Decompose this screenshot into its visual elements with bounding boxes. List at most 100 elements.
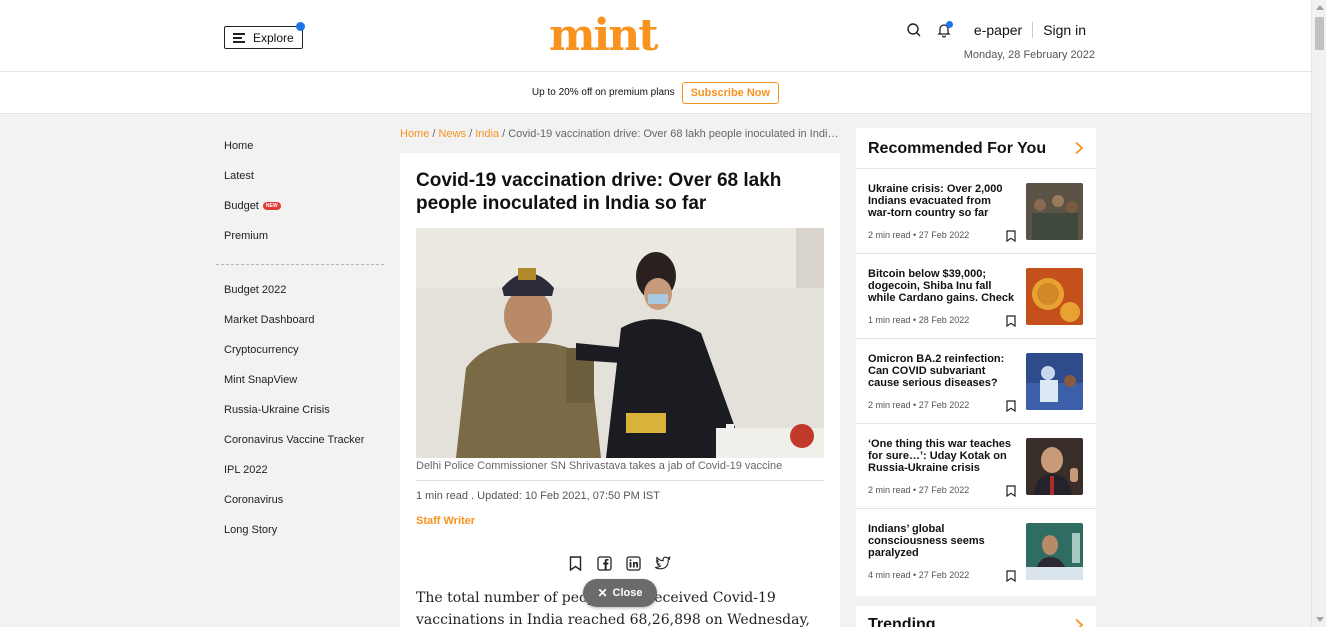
nav-item-ipl-2022[interactable]: IPL 2022 <box>224 455 384 485</box>
nav-item-latest[interactable]: Latest <box>224 161 384 191</box>
recommended-meta: 4 min read • 27 Feb 2022 <box>868 570 970 580</box>
recommended-thumbnail[interactable] <box>1026 438 1083 495</box>
recommended-item[interactable]: Omicron BA.2 reinfection: Can COVID subv… <box>856 339 1096 424</box>
recommended-thumbnail[interactable] <box>1026 353 1083 410</box>
nav-item-label: Russia-Ukraine Crisis <box>224 404 330 416</box>
nav-item-budget[interactable]: Budget NEW <box>224 191 384 221</box>
facebook-icon[interactable] <box>595 554 613 572</box>
article-byline[interactable]: Staff Writer <box>416 515 475 527</box>
nav-item-label: Budget <box>224 200 259 212</box>
nav-item-label: Latest <box>224 170 254 182</box>
bookmark-icon[interactable] <box>1006 569 1016 587</box>
signin-link[interactable]: Sign in <box>1033 22 1096 38</box>
bookmark-icon[interactable] <box>566 554 584 572</box>
recommended-title[interactable]: Indians’ global consciousness seems para… <box>868 523 1016 559</box>
promo-strip: Up to 20% off on premium plans Subscribe… <box>0 72 1311 114</box>
menu-icon <box>233 33 245 43</box>
bookmark-icon[interactable] <box>1006 314 1016 332</box>
recommended-meta: 1 min read • 28 Feb 2022 <box>868 315 970 325</box>
recommended-thumbnail[interactable] <box>1026 183 1083 240</box>
nav-divider <box>216 264 384 265</box>
scrollbar-thumb[interactable] <box>1315 17 1324 50</box>
scroll-up-arrow-icon[interactable] <box>1316 5 1324 10</box>
recommended-title[interactable]: ‘One thing this war teaches for sure…’: … <box>868 438 1016 474</box>
search-icon[interactable] <box>904 20 924 40</box>
close-label: Close <box>612 587 643 599</box>
nav-item-label: Budget 2022 <box>224 284 287 296</box>
article-meta: 1 min read . Updated: 10 Feb 2021, 07:50… <box>416 490 660 502</box>
rail-title: Recommended For You <box>868 140 1047 157</box>
image-caption: Delhi Police Commissioner SN Shrivastava… <box>416 460 783 472</box>
article-card: Covid-19 vaccination drive: Over 68 lakh… <box>400 153 840 627</box>
trending-title: Trending <box>868 616 936 627</box>
header-actions: e-paper Sign in <box>904 20 1096 40</box>
recommended-item[interactable]: ‘One thing this war teaches for sure…’: … <box>856 424 1096 509</box>
recommended-title[interactable]: Ukraine crisis: Over 2,000 Indians evacu… <box>868 183 1016 219</box>
nav-item-vaccine-tracker[interactable]: Coronavirus Vaccine Tracker <box>224 425 384 455</box>
mint-logo[interactable]: mint <box>549 14 659 58</box>
chevron-right-icon[interactable] <box>1074 618 1084 627</box>
bookmark-icon[interactable] <box>1006 484 1016 502</box>
article-headline: Covid-19 vaccination drive: Over 68 lakh… <box>416 170 782 214</box>
nav-item-premium[interactable]: Premium <box>224 221 384 251</box>
scroll-down-arrow-icon[interactable] <box>1316 617 1324 622</box>
nav-item-label: IPL 2022 <box>224 464 268 476</box>
nav-item-label: Long Story <box>224 524 278 536</box>
nav-item-long-story[interactable]: Long Story <box>224 515 384 545</box>
article-hero-image <box>416 228 824 458</box>
explore-button[interactable]: Explore <box>224 22 305 49</box>
bell-notification-dot <box>945 21 953 28</box>
nav-item-label: Coronavirus <box>224 494 284 506</box>
bell-icon[interactable] <box>934 20 954 40</box>
current-date: Monday, 28 February 2022 <box>963 49 1095 61</box>
recommended-thumbnail[interactable] <box>1026 268 1083 325</box>
breadcrumb-current: Covid-19 vaccination drive: Over 68 lakh… <box>508 128 840 140</box>
nav-item-mint-snapview[interactable]: Mint SnapView <box>224 365 384 395</box>
nav-item-label: Cryptocurrency <box>224 344 299 356</box>
nav-item-label: Coronavirus Vaccine Tracker <box>224 434 365 446</box>
notification-dot <box>296 22 305 31</box>
nav-item-russia-ukraine[interactable]: Russia-Ukraine Crisis <box>224 395 384 425</box>
chevron-right-icon[interactable] <box>1074 141 1084 160</box>
recommended-rail: Recommended For You Ukraine crisis: Over… <box>856 128 1096 596</box>
nav-item-label: Mint SnapView <box>224 374 298 386</box>
trending-section: Trending <box>856 606 1096 627</box>
site-header: Explore mint e-paper Sign in Monday, 28 … <box>0 0 1311 72</box>
close-button[interactable]: ✕ Close <box>583 579 657 607</box>
caption-divider <box>416 480 824 481</box>
recommended-meta: 2 min read • 27 Feb 2022 <box>868 485 970 495</box>
recommended-title[interactable]: Omicron BA.2 reinfection: Can COVID subv… <box>868 353 1016 389</box>
recommended-thumbnail[interactable] <box>1026 523 1083 580</box>
subscribe-now-button[interactable]: Subscribe Now <box>681 81 780 104</box>
linkedin-icon[interactable] <box>624 554 642 572</box>
recommended-item[interactable]: Bitcoin below $39,000; dogecoin, Shiba I… <box>856 254 1096 339</box>
recommended-meta: 2 min read • 27 Feb 2022 <box>868 230 970 240</box>
left-navigation: Home Latest Budget NEW Premium Budget 202… <box>216 131 384 545</box>
promo-text: Up to 20% off on premium plans <box>531 87 675 98</box>
new-badge: NEW <box>262 202 281 210</box>
nav-item-cryptocurrency[interactable]: Cryptocurrency <box>224 335 384 365</box>
nav-item-label: Home <box>224 140 254 152</box>
nav-item-label: Premium <box>224 230 269 242</box>
breadcrumb-home[interactable]: Home <box>400 128 429 140</box>
page-scrollbar[interactable] <box>1311 0 1326 627</box>
nav-item-market-dashboard[interactable]: Market Dashboard <box>224 305 384 335</box>
recommended-item[interactable]: Ukraine crisis: Over 2,000 Indians evacu… <box>856 169 1096 254</box>
epaper-link[interactable]: e-paper <box>964 22 1032 38</box>
twitter-icon[interactable] <box>653 554 671 572</box>
bookmark-icon[interactable] <box>1006 229 1016 247</box>
close-icon: ✕ <box>597 586 608 600</box>
share-bar <box>566 554 682 572</box>
recommended-title[interactable]: Bitcoin below $39,000; dogecoin, Shiba I… <box>868 268 1016 304</box>
nav-item-label: Market Dashboard <box>224 314 315 326</box>
bookmark-icon[interactable] <box>1006 399 1016 417</box>
explore-label: Explore <box>253 30 294 45</box>
body-paragraph-line: vaccinations in India reached 68,26,898 … <box>416 612 810 627</box>
recommended-item[interactable]: Indians’ global consciousness seems para… <box>856 509 1096 594</box>
nav-item-home[interactable]: Home <box>224 131 384 161</box>
recommended-meta: 2 min read • 27 Feb 2022 <box>868 400 970 410</box>
breadcrumb-news[interactable]: News <box>439 128 467 140</box>
breadcrumb-india[interactable]: India <box>475 128 499 140</box>
nav-item-coronavirus[interactable]: Coronavirus <box>224 485 384 515</box>
nav-item-budget-2022[interactable]: Budget 2022 <box>224 275 384 305</box>
